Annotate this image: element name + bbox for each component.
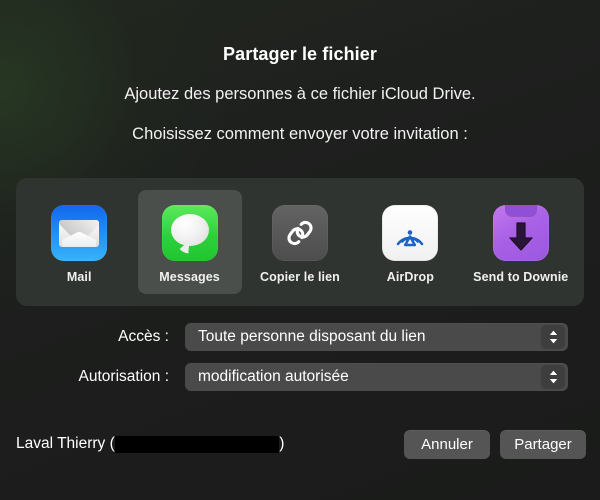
footer-buttons: Annuler Partager bbox=[404, 430, 586, 459]
link-icon bbox=[271, 204, 328, 261]
dialog-subtitle-line-2: Choisissez comment envoyer votre invitat… bbox=[132, 125, 468, 143]
access-dropdown[interactable]: Toute personne disposant du lien bbox=[185, 323, 568, 351]
messages-icon bbox=[161, 204, 218, 261]
permission-row: Autorisation : modification autorisée bbox=[0, 363, 600, 391]
share-target-label: Copier le lien bbox=[260, 269, 340, 284]
access-row: Accès : Toute personne disposant du lien bbox=[0, 323, 600, 351]
dialog-subtitle-line-1: Ajoutez des personnes à ce fichier iClou… bbox=[124, 85, 476, 103]
share-target-copy-link[interactable]: Copier le lien bbox=[248, 190, 352, 294]
share-button[interactable]: Partager bbox=[500, 430, 586, 459]
share-file-dialog: Partager le fichier Ajoutez des personne… bbox=[0, 0, 600, 500]
chevron-up-down-icon bbox=[541, 325, 565, 349]
account-line: Laval Thierry (thierry.laval@gmail.com) bbox=[16, 433, 284, 455]
airdrop-icon bbox=[382, 204, 439, 261]
cancel-button[interactable]: Annuler bbox=[404, 430, 490, 459]
share-target-mail[interactable]: Mail bbox=[27, 190, 131, 294]
access-dropdown-value: Toute personne disposant du lien bbox=[198, 328, 426, 345]
share-target-send-to-downie[interactable]: Send to Downie bbox=[469, 190, 573, 294]
share-target-label: Mail bbox=[66, 269, 92, 284]
redacted-email: thierry.laval@gmail.com bbox=[114, 435, 280, 453]
permission-dropdown-value: modification autorisée bbox=[198, 368, 349, 385]
account-name-prefix: Laval Thierry ( bbox=[16, 435, 115, 452]
permission-dropdown[interactable]: modification autorisée bbox=[185, 363, 568, 391]
share-target-messages[interactable]: Messages bbox=[137, 190, 242, 294]
downie-icon bbox=[492, 204, 549, 261]
permission-label: Autorisation : bbox=[78, 368, 169, 385]
access-label: Accès : bbox=[118, 328, 169, 345]
share-target-airdrop[interactable]: AirDrop bbox=[358, 190, 462, 294]
account-name-suffix: ) bbox=[279, 435, 285, 452]
mail-icon bbox=[51, 204, 108, 261]
share-target-label: Send to Downie bbox=[473, 269, 569, 284]
share-target-label: AirDrop bbox=[386, 269, 434, 284]
share-targets-panel: Mail Messages Copier le lien AirDrop Sen… bbox=[16, 178, 584, 306]
dialog-title: Partager le fichier bbox=[223, 44, 377, 64]
share-targets-row: Mail Messages Copier le lien AirDrop Sen… bbox=[16, 178, 584, 306]
share-target-label: Messages bbox=[159, 269, 220, 284]
chevron-up-down-icon bbox=[541, 365, 565, 389]
